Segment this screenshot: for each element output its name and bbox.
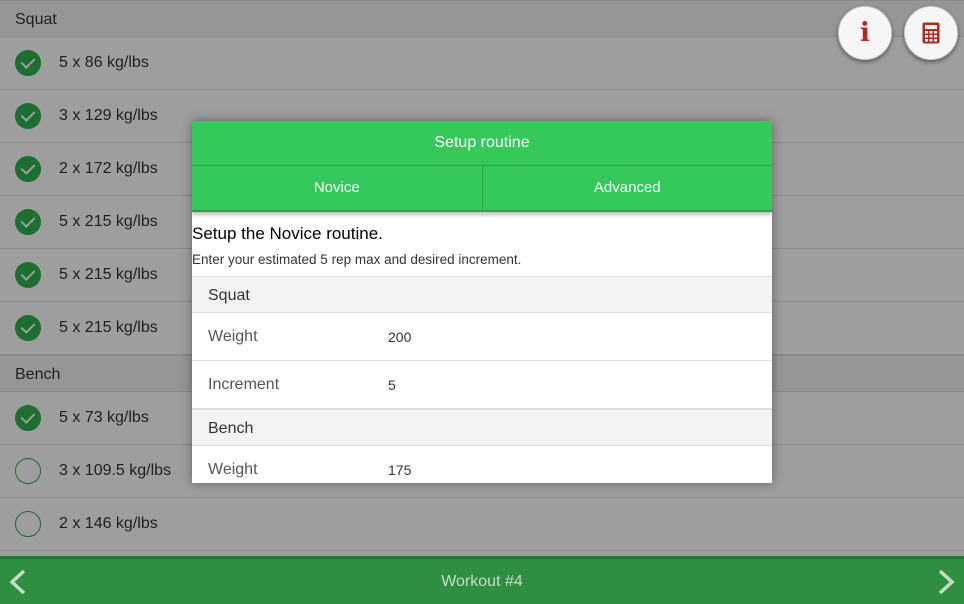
chevron-left-icon[interactable] [6,569,30,595]
check-icon[interactable] [15,50,41,76]
check-icon[interactable] [15,262,41,288]
unchecked-circle-icon[interactable] [15,511,41,537]
bench-weight-input[interactable] [388,449,772,483]
check-icon[interactable] [15,405,41,431]
unchecked-circle-icon[interactable] [15,458,41,484]
workout-title: Workout #4 [441,573,523,590]
check-icon[interactable] [15,209,41,235]
field-label: Increment [208,375,280,393]
set-label: 5 x 86 kg/lbs [59,54,149,71]
check-icon[interactable] [15,315,41,341]
dialog-title: Setup routine [192,121,772,165]
squat-weight-row: Weight [192,313,772,361]
field-label: Weight [208,327,258,345]
set-label: 3 x 109.5 kg/lbs [59,462,172,479]
dialog-description: Enter your estimated 5 rep max and desir… [192,252,522,267]
squat-increment-row: Increment [192,361,772,409]
routine-tabs: Novice Advanced [192,165,772,212]
set-row[interactable]: 2 x 146 kg/lbs [0,498,964,551]
set-label: 5 x 215 kg/lbs [59,213,158,230]
calculator-icon [922,22,940,44]
field-label: Weight [208,460,258,478]
set-label: 2 x 172 kg/lbs [59,160,158,177]
dialog-heading: Setup the Novice routine. [192,224,383,243]
squat-weight-input[interactable] [388,316,772,357]
set-row[interactable]: 5 x 86 kg/lbs [0,37,964,90]
form-group-bench: Bench [192,409,772,446]
chevron-right-icon[interactable] [934,569,958,595]
info-icon: i [860,18,870,48]
squat-increment-input[interactable] [388,364,772,405]
set-label: 2 x 146 kg/lbs [59,515,158,532]
tab-novice[interactable]: Novice [192,166,482,212]
footer-bar: Workout #4 [0,556,964,604]
set-label: 5 x 73 kg/lbs [59,409,149,426]
tab-advanced[interactable]: Advanced [481,166,772,212]
set-label: 3 x 129 kg/lbs [59,107,158,124]
form-group-squat: Squat [192,276,772,313]
info-button[interactable]: i [838,6,892,60]
bench-weight-row: Weight [192,446,772,483]
calculator-button[interactable] [904,6,958,60]
set-label: 5 x 215 kg/lbs [59,319,158,336]
set-label: 5 x 215 kg/lbs [59,266,158,283]
check-icon[interactable] [15,156,41,182]
check-icon[interactable] [15,103,41,129]
setup-routine-dialog: Setup routine Novice Advanced Setup the … [192,121,772,483]
section-header-squat: Squat [0,0,964,37]
